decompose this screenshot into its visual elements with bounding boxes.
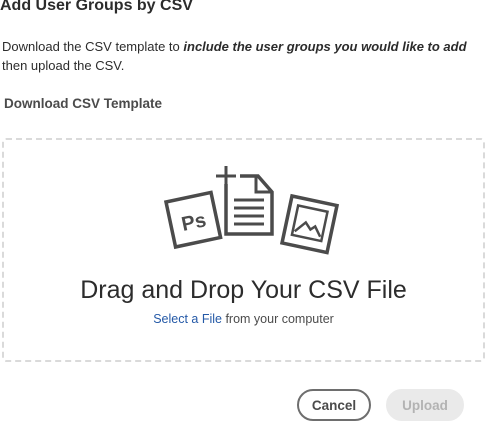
image-file-icon bbox=[279, 193, 340, 255]
select-file-link[interactable]: Select a File bbox=[153, 312, 222, 326]
upload-button[interactable]: Upload bbox=[386, 389, 464, 421]
add-user-groups-dialog: Add User Groups by CSV Download the CSV … bbox=[0, 0, 488, 421]
cancel-button[interactable]: Cancel bbox=[297, 389, 371, 421]
drop-zone-title: Drag and Drop Your CSV File bbox=[80, 276, 407, 304]
description-text-end: then upload the CSV. bbox=[2, 58, 125, 73]
download-csv-template-link[interactable]: Download CSV Template bbox=[4, 96, 162, 111]
select-file-suffix: from your computer bbox=[221, 312, 334, 326]
photoshop-file-icon: Ps bbox=[163, 190, 223, 250]
drop-zone-subtitle: Select a File from your computer bbox=[4, 312, 483, 326]
file-upload-illustration: Ps bbox=[163, 166, 340, 255]
description-emphasis: include the user groups you would like t… bbox=[183, 39, 467, 54]
csv-drop-zone[interactable]: Ps Drag and Drop Your CSV File Select a … bbox=[2, 138, 485, 362]
document-add-icon bbox=[216, 166, 274, 236]
dialog-title: Add User Groups by CSV bbox=[0, 0, 193, 14]
description-text-start: Download the CSV template to bbox=[2, 39, 184, 54]
dialog-description: Download the CSV template to include the… bbox=[2, 37, 480, 75]
